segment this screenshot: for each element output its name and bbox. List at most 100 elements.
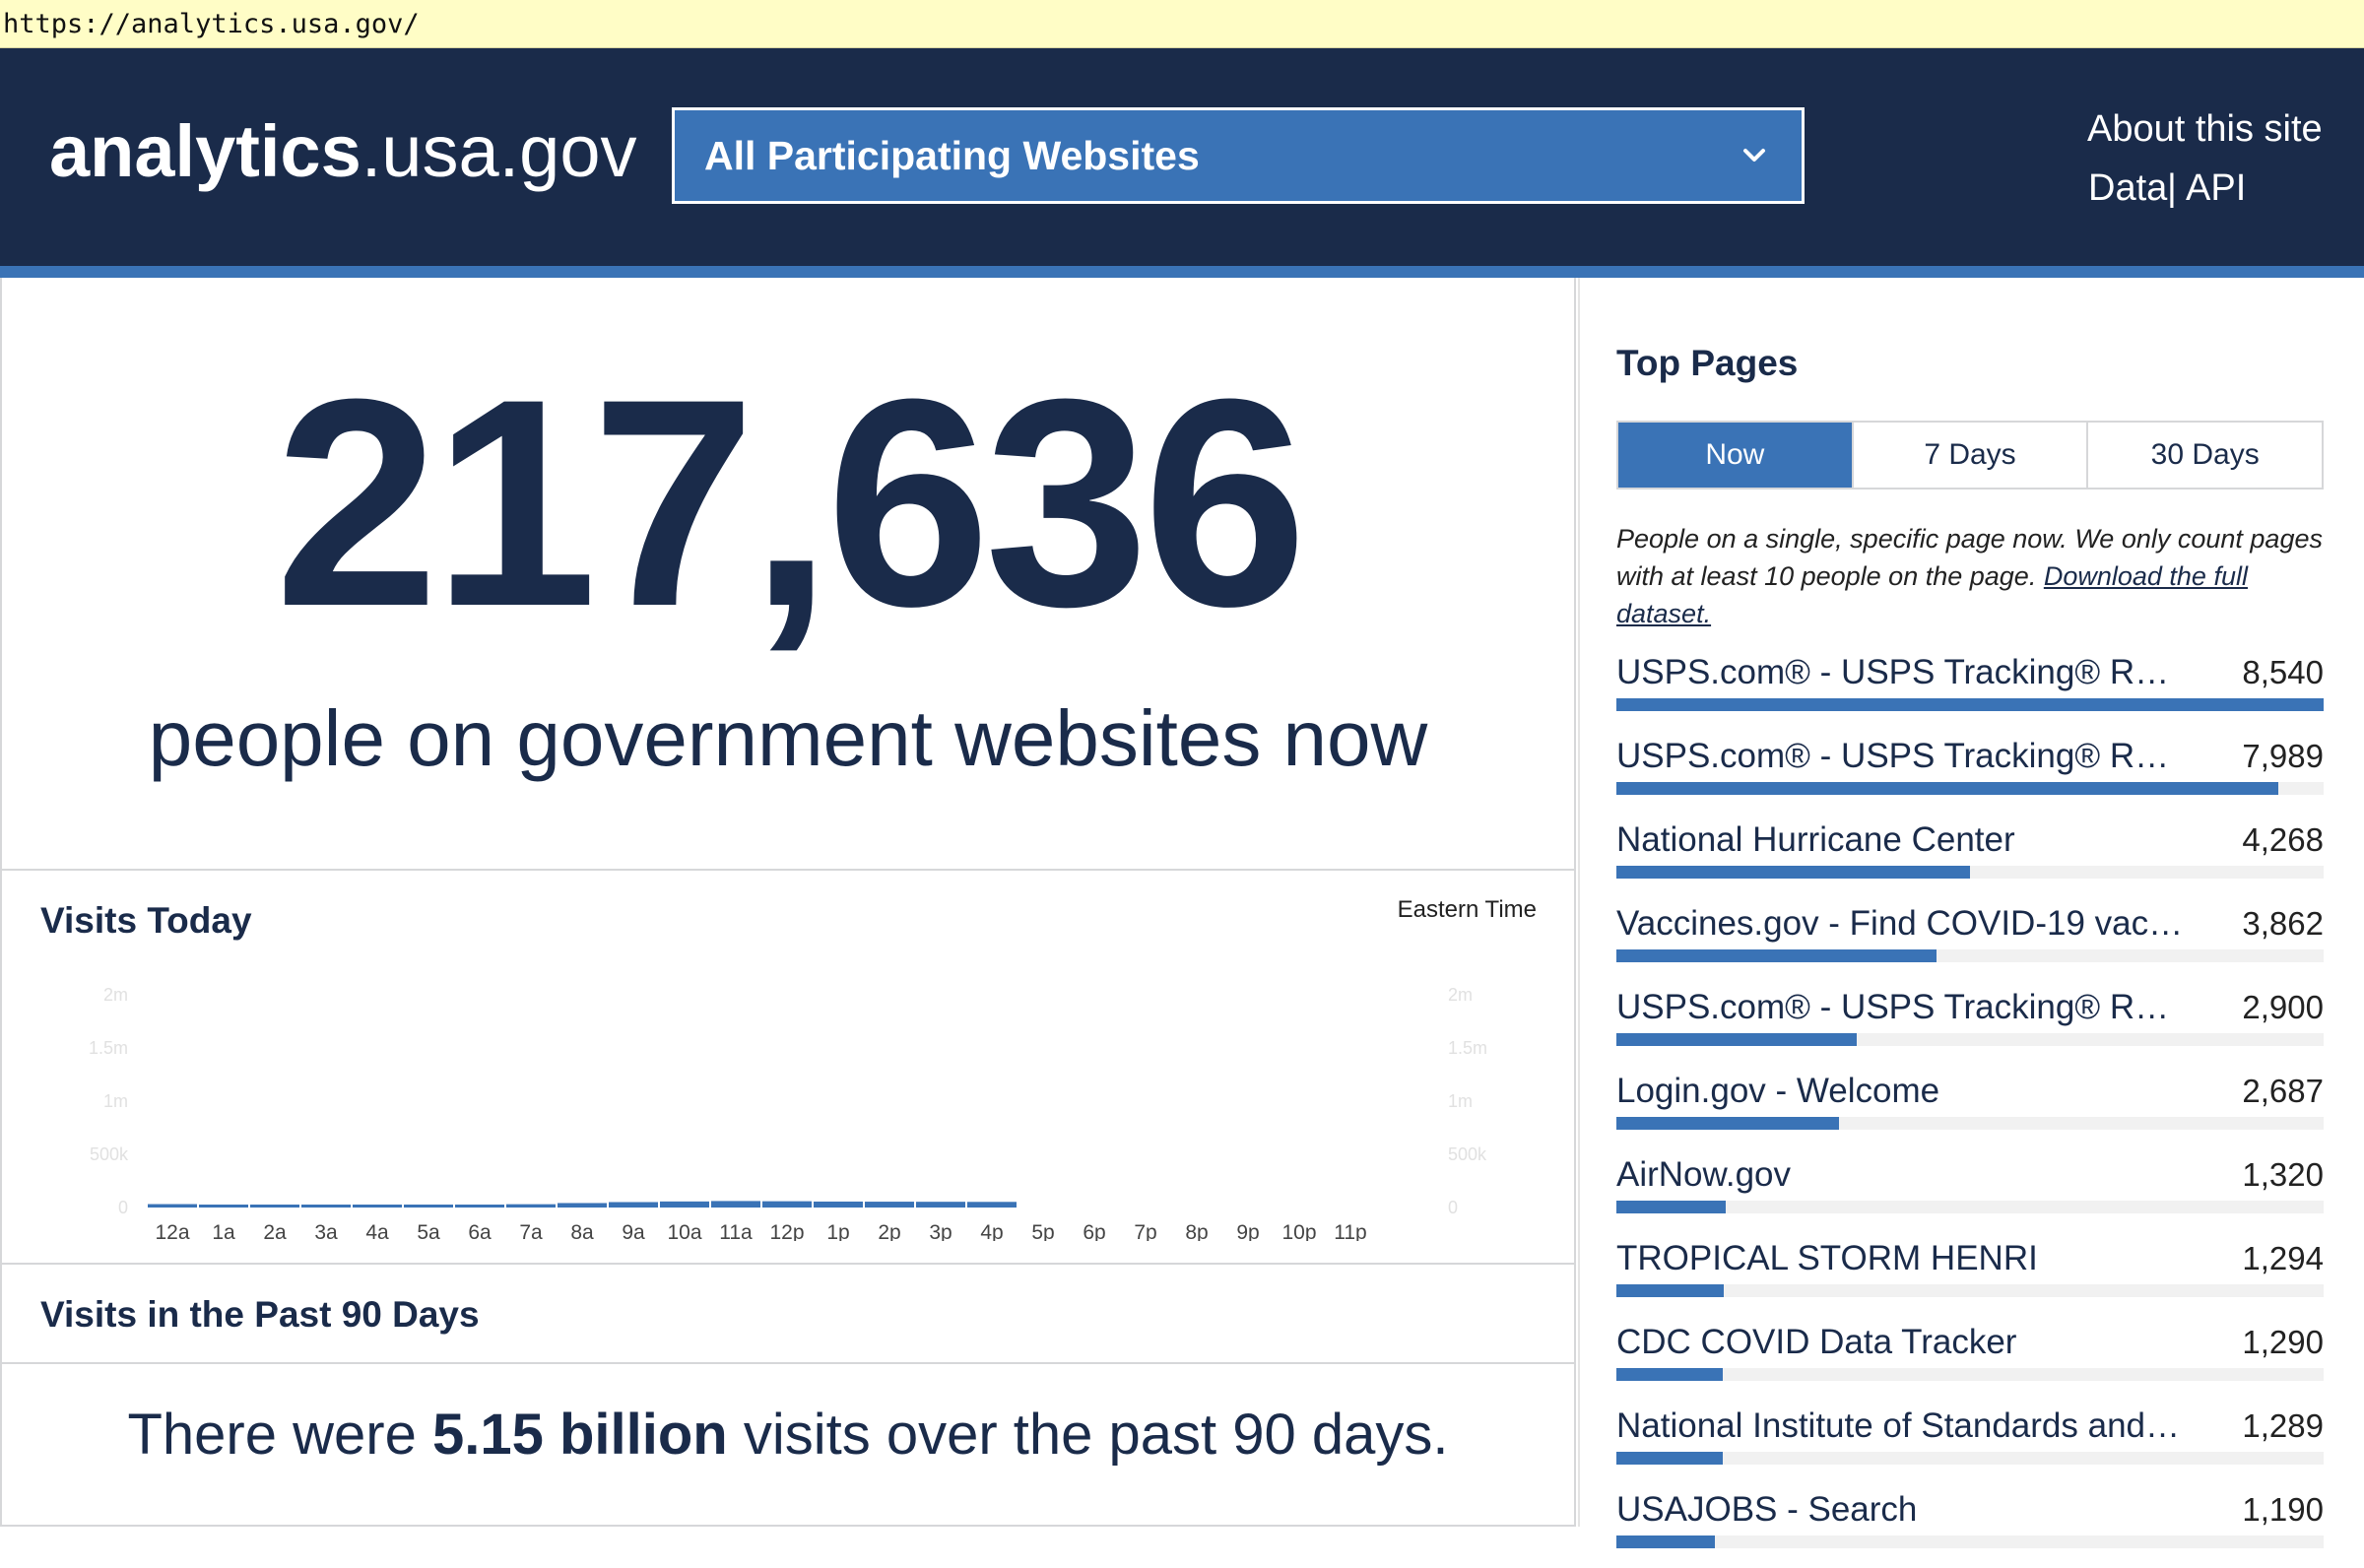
x-tick-label: 7a xyxy=(519,1221,543,1241)
top-page-link[interactable]: Vaccines.gov - Find COVID-19 vaccine… xyxy=(1616,898,2188,949)
x-tick-label: 3a xyxy=(314,1221,338,1241)
past90-summary: There were 5.15 billion visits over the … xyxy=(0,1391,1576,1479)
top-page-row[interactable]: National Hurricane Center 4,268 xyxy=(1616,815,2324,898)
top-page-link[interactable]: USAJOBS - Search xyxy=(1616,1484,2188,1535)
top-page-count: 3,862 xyxy=(2242,905,2324,942)
top-page-link[interactable]: TROPICAL STORM HENRI xyxy=(1616,1233,2188,1284)
chart-bar xyxy=(506,1204,556,1208)
chart-bar xyxy=(762,1201,812,1208)
section-divider xyxy=(0,869,1576,871)
visits-today-chart: 0 0 500k 500k 1m 1m 1.5m 1.5m 2m 2m 12a 1a 2a 3a 4a 5a 6… xyxy=(89,985,1487,1241)
top-page-count: 1,289 xyxy=(2242,1407,2324,1444)
x-tick-label: 4a xyxy=(365,1221,389,1241)
chart-bar xyxy=(814,1201,863,1208)
tab-7-days[interactable]: 7 Days xyxy=(1854,423,2089,488)
top-page-row[interactable]: USPS.com® - USPS Tracking® Results 7,989 xyxy=(1616,731,2324,815)
x-tick-label: 4p xyxy=(980,1221,1003,1241)
chart-bar xyxy=(609,1202,658,1208)
past90-text-before: There were xyxy=(127,1403,432,1467)
top-page-count: 1,190 xyxy=(2242,1491,2324,1528)
chart-bar xyxy=(148,1204,197,1208)
y-tick-label: 500k xyxy=(90,1144,129,1164)
chart-bar xyxy=(353,1205,402,1208)
x-tick-label: 8p xyxy=(1185,1221,1208,1241)
nav-api-link[interactable]: API xyxy=(2186,163,2246,213)
y-tick-label: 2m xyxy=(1448,985,1473,1005)
top-page-link[interactable]: AirNow.gov xyxy=(1616,1149,2188,1201)
timezone-label: Eastern Time xyxy=(1397,896,1537,923)
chart-bar xyxy=(404,1205,453,1208)
top-page-row[interactable]: CDC COVID Data Tracker 1,290 xyxy=(1616,1317,2324,1401)
top-page-bar xyxy=(1616,1117,1839,1130)
nav-separator: | xyxy=(2167,167,2177,209)
top-page-row[interactable]: Login.gov - Welcome 2,687 xyxy=(1616,1066,2324,1149)
top-page-bar-track xyxy=(1616,866,2324,879)
top-page-bar xyxy=(1616,1201,1726,1213)
x-tick-label: 3p xyxy=(929,1221,952,1241)
y-tick-label: 1.5m xyxy=(1448,1038,1487,1058)
y-tick-label: 0 xyxy=(1448,1198,1458,1217)
top-page-count: 2,900 xyxy=(2242,989,2324,1025)
y-tick-label: 2m xyxy=(103,985,128,1005)
top-page-bar xyxy=(1616,698,2324,711)
header-stripe xyxy=(0,266,2364,278)
chart-bar xyxy=(558,1203,607,1208)
chart-bar xyxy=(967,1202,1017,1208)
site-select-value: All Participating Websites xyxy=(704,133,1200,178)
chart-bar xyxy=(865,1202,914,1208)
nav-about-link[interactable]: About this site xyxy=(2087,104,2323,154)
top-page-row[interactable]: USPS.com® - USPS Tracking® Results 2,900 xyxy=(1616,982,2324,1066)
top-page-link[interactable]: USPS.com® - USPS Tracking® Results xyxy=(1616,731,2188,782)
x-tick-label: 2a xyxy=(263,1221,287,1241)
site-select-dropdown[interactable]: All Participating Websites xyxy=(672,107,1805,204)
x-tick-label: 11a xyxy=(719,1221,753,1241)
top-page-bar-track xyxy=(1616,1284,2324,1297)
realtime-caption: people on government websites now xyxy=(148,694,1428,782)
y-tick-label: 1m xyxy=(1448,1091,1473,1111)
top-page-bar-track xyxy=(1616,1368,2324,1381)
section-divider xyxy=(0,1362,1576,1364)
tab-30-days[interactable]: 30 Days xyxy=(2088,423,2322,488)
top-page-link[interactable]: CDC COVID Data Tracker xyxy=(1616,1317,2188,1368)
top-page-link[interactable]: National Hurricane Center xyxy=(1616,815,2188,866)
x-tick-label: 2p xyxy=(878,1221,900,1241)
x-tick-label: 10a xyxy=(667,1221,701,1241)
logo-strong: analytics xyxy=(49,110,361,192)
y-tick-label: 500k xyxy=(1448,1144,1487,1164)
top-page-bar xyxy=(1616,1452,1724,1465)
nav-data-link[interactable]: Data xyxy=(2088,163,2167,213)
chevron-down-icon xyxy=(1743,149,1765,162)
logo-light: .usa.gov xyxy=(361,110,637,192)
x-tick-label: 5p xyxy=(1031,1221,1054,1241)
top-page-row[interactable]: USPS.com® - USPS Tracking® Results 8,540 xyxy=(1616,647,2324,731)
top-page-bar-track xyxy=(1616,1452,2324,1465)
top-page-count: 1,294 xyxy=(2242,1240,2324,1276)
section-divider xyxy=(0,1263,1576,1265)
browser-url-bar[interactable]: https://analytics.usa.gov/ xyxy=(0,0,2364,48)
top-page-bar-track xyxy=(1616,1535,2324,1548)
chart-bar xyxy=(711,1201,760,1208)
top-page-bar xyxy=(1616,1284,1724,1297)
top-page-row[interactable]: National Institute of Standards and T… 1,… xyxy=(1616,1401,2324,1484)
top-page-bar-track xyxy=(1616,1201,2324,1213)
x-tick-label: 1a xyxy=(212,1221,235,1241)
top-page-link[interactable]: Login.gov - Welcome xyxy=(1616,1066,2188,1117)
y-tick-label: 1.5m xyxy=(89,1038,128,1058)
top-page-count: 1,290 xyxy=(2242,1324,2324,1360)
top-page-row[interactable]: TROPICAL STORM HENRI 1,294 xyxy=(1616,1233,2324,1317)
x-tick-label: 12a xyxy=(155,1221,189,1241)
x-tick-label: 6p xyxy=(1083,1221,1105,1241)
realtime-count: 217,636 xyxy=(274,337,1307,668)
top-page-link[interactable]: USPS.com® - USPS Tracking® Results xyxy=(1616,647,2188,698)
x-tick-label: 11p xyxy=(1334,1221,1366,1241)
top-page-row[interactable]: AirNow.gov 1,320 xyxy=(1616,1149,2324,1233)
site-logo[interactable]: analytics.usa.gov xyxy=(49,102,637,201)
past90-total: 5.15 billion xyxy=(431,1403,728,1467)
top-page-count: 1,320 xyxy=(2242,1156,2324,1193)
x-tick-label: 5a xyxy=(417,1221,440,1241)
top-page-bar xyxy=(1616,1368,1724,1381)
top-page-row[interactable]: Vaccines.gov - Find COVID-19 vaccine… 3,8… xyxy=(1616,898,2324,982)
tab-now[interactable]: Now xyxy=(1618,423,1854,488)
top-page-link[interactable]: USPS.com® - USPS Tracking® Results xyxy=(1616,982,2188,1033)
top-page-link[interactable]: National Institute of Standards and T… xyxy=(1616,1401,2188,1452)
